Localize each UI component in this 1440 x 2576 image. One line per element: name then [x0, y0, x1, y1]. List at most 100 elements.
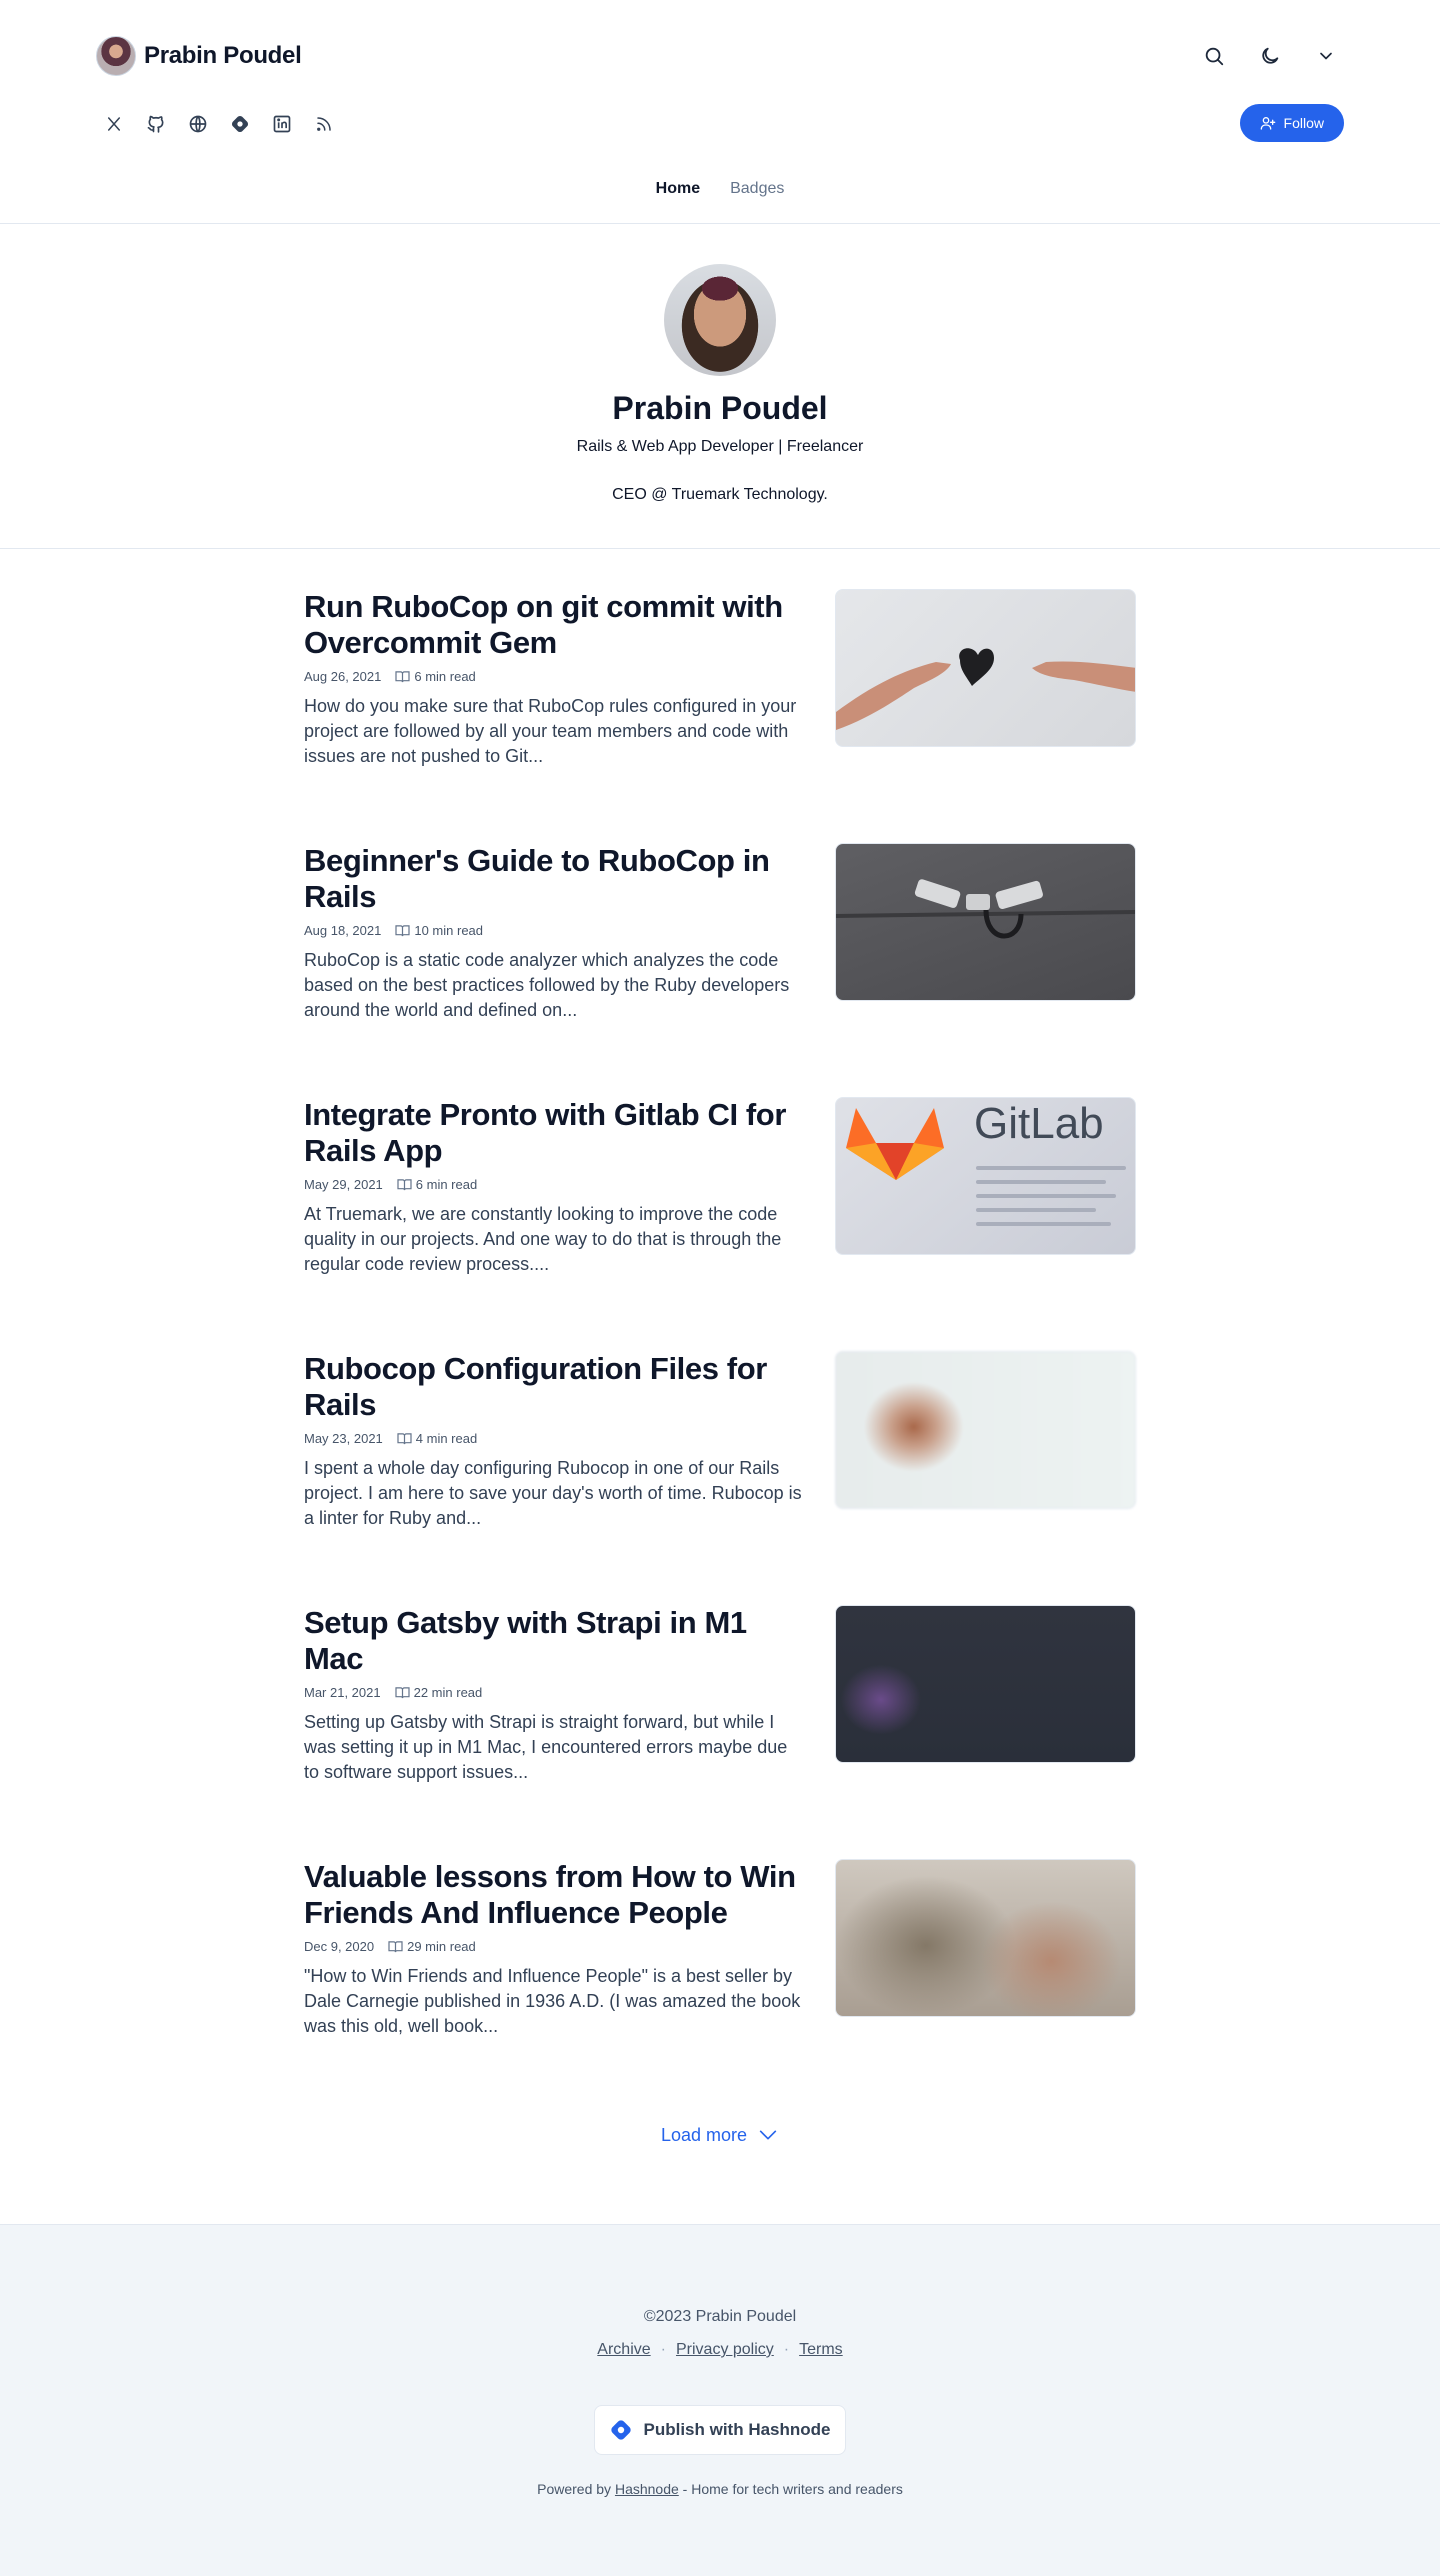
- social-github-link[interactable]: [138, 106, 174, 142]
- hashnode-icon: [231, 115, 249, 133]
- post-text: Run RuboCop on git commit with Overcommi…: [304, 589, 804, 769]
- book-icon: [397, 1433, 412, 1445]
- book-icon: [395, 925, 410, 937]
- post-list: Run RuboCop on git commit with Overcommi…: [0, 549, 1440, 2224]
- user-plus-icon: [1260, 117, 1275, 130]
- post-cover-image[interactable]: [835, 1859, 1136, 2017]
- post-read-time: 10 min read: [414, 923, 484, 938]
- archive-link[interactable]: Archive: [597, 2341, 650, 2359]
- blog-title: Prabin Poudel: [144, 42, 302, 69]
- post-meta: Dec 9, 2020 29 min read: [304, 1939, 804, 1954]
- copyright-text: ©2023 Prabin Poudel: [643, 2308, 797, 2325]
- social-rss-link[interactable]: [306, 106, 342, 142]
- post-title[interactable]: Valuable lessons from How to Win Friends…: [304, 1859, 804, 1931]
- book-icon: [397, 1179, 412, 1191]
- post-read-time: 6 min read: [414, 669, 476, 684]
- post-card: Rubocop Configuration Files for Rails Ma…: [304, 1351, 1136, 1551]
- social-links: [96, 106, 342, 142]
- social-linkedin-link[interactable]: [264, 106, 300, 142]
- header-actions: [1196, 38, 1344, 74]
- chevron-down-icon: [759, 2130, 777, 2140]
- site-footer: ©2023 Prabin Poudel Archive · Privacy po…: [0, 2224, 1440, 2576]
- post-date: Mar 21, 2021: [304, 1685, 381, 1700]
- post-read-time: 6 min read: [415, 1177, 478, 1192]
- post-excerpt[interactable]: I spent a whole day configuring Rubocop …: [304, 1456, 804, 1531]
- cover-gitlab-illustration: GitLab: [846, 1099, 1126, 1226]
- author-name: Prabin Poudel: [612, 390, 828, 426]
- publish-label: Publish with Hashnode: [643, 2420, 831, 2439]
- footer-separator: ·: [783, 2341, 790, 2358]
- post-cover-image[interactable]: [835, 1351, 1136, 1509]
- moon-icon: [1262, 47, 1279, 64]
- author-avatar-small: [96, 36, 136, 76]
- blog-brand[interactable]: Prabin Poudel: [96, 36, 302, 76]
- book-icon: [395, 1687, 410, 1699]
- rss-icon: [317, 117, 331, 131]
- post-cover-image[interactable]: [835, 589, 1136, 747]
- footer-separator: ·: [660, 2341, 666, 2358]
- post-read-time: 22 min read: [413, 1685, 483, 1700]
- author-avatar: [664, 264, 776, 376]
- hashnode-link[interactable]: Hashnode: [615, 2481, 679, 2497]
- post-read-time: 4 min read: [415, 1431, 478, 1446]
- post-cover-image[interactable]: [835, 1605, 1136, 1763]
- author-bio: CEO @ Truemark Technology.: [612, 486, 828, 503]
- load-more-label: Load more: [660, 2124, 748, 2145]
- post-text: Setup Gatsby with Strapi in M1 Mac Mar 2…: [304, 1605, 804, 1785]
- follow-label: Follow: [1283, 115, 1324, 131]
- post-title[interactable]: Rubocop Configuration Files for Rails: [304, 1351, 804, 1423]
- book-icon: [388, 1941, 403, 1953]
- post-excerpt[interactable]: "How to Win Friends and Influence People…: [304, 1964, 804, 2039]
- tab-home[interactable]: Home: [656, 180, 700, 212]
- powered-suffix: - Home for tech writers and readers: [682, 2481, 903, 2497]
- author-profile: Prabin Poudel Rails & Web App Developer …: [0, 224, 1440, 549]
- post-date: May 23, 2021: [304, 1431, 383, 1446]
- social-hashnode-link[interactable]: [222, 106, 258, 142]
- tab-badges[interactable]: Badges: [730, 180, 784, 212]
- post-excerpt[interactable]: At Truemark, we are constantly looking t…: [304, 1202, 804, 1277]
- globe-icon: [189, 115, 207, 133]
- post-card: Valuable lessons from How to Win Friends…: [304, 1859, 1136, 2059]
- cover-gitlab-wordmark: GitLab: [974, 1099, 1104, 1148]
- powered-by-text: Powered by Hashnode - Home for tech writ…: [0, 2481, 1440, 2497]
- cover-heart-hands-illustration: [836, 648, 1135, 730]
- search-button[interactable]: [1196, 38, 1232, 74]
- post-title[interactable]: Setup Gatsby with Strapi in M1 Mac: [304, 1605, 804, 1677]
- linkedin-icon: [273, 115, 291, 133]
- social-x-link[interactable]: [96, 106, 132, 142]
- github-icon: [147, 115, 164, 133]
- menu-dropdown-button[interactable]: [1308, 38, 1344, 74]
- post-excerpt[interactable]: How do you make sure that RuboCop rules …: [304, 694, 804, 769]
- footer-links: Archive · Privacy policy · Terms: [0, 2341, 1440, 2359]
- hashnode-icon: [611, 2420, 632, 2440]
- post-meta: Aug 26, 2021 6 min read: [304, 669, 804, 684]
- post-card: Run RuboCop on git commit with Overcommi…: [304, 589, 1136, 789]
- post-cover-image[interactable]: [835, 843, 1136, 1001]
- post-cover-image[interactable]: GitLab: [835, 1097, 1136, 1255]
- blog-header: Prabin Poudel Follow Home Badges: [0, 0, 1440, 224]
- follow-button[interactable]: Follow: [1239, 104, 1344, 142]
- post-meta: Aug 18, 2021 10 min read: [304, 923, 804, 938]
- post-title[interactable]: Beginner's Guide to RuboCop in Rails: [304, 843, 804, 915]
- post-title[interactable]: Run RuboCop on git commit with Overcommi…: [304, 589, 804, 661]
- post-text: Rubocop Configuration Files for Rails Ma…: [304, 1351, 804, 1531]
- theme-toggle-button[interactable]: [1252, 38, 1288, 74]
- post-excerpt[interactable]: Setting up Gatsby with Strapi is straigh…: [304, 1710, 804, 1785]
- author-tagline: Rails & Web App Developer | Freelancer: [576, 438, 864, 455]
- post-excerpt[interactable]: RuboCop is a static code analyzer which …: [304, 948, 804, 1023]
- privacy-policy-link[interactable]: Privacy policy: [676, 2341, 774, 2359]
- post-card: Setup Gatsby with Strapi in M1 Mac Mar 2…: [304, 1605, 1136, 1805]
- x-twitter-icon: [108, 117, 120, 131]
- post-date: May 29, 2021: [304, 1177, 383, 1192]
- social-website-link[interactable]: [180, 106, 216, 142]
- load-more-button[interactable]: Load more: [0, 2124, 1440, 2146]
- book-icon: [395, 671, 410, 683]
- publish-with-hashnode-button[interactable]: Publish with Hashnode: [594, 2405, 846, 2455]
- post-text: Beginner's Guide to RuboCop in Rails Aug…: [304, 843, 804, 1023]
- terms-link[interactable]: Terms: [799, 2341, 843, 2359]
- post-title[interactable]: Integrate Pronto with Gitlab CI for Rail…: [304, 1097, 804, 1169]
- post-meta: Mar 21, 2021 22 min read: [304, 1685, 804, 1700]
- powered-prefix: Powered by: [537, 2481, 612, 2497]
- post-card: Beginner's Guide to RuboCop in Rails Aug…: [304, 843, 1136, 1043]
- post-date: Aug 18, 2021: [304, 923, 382, 938]
